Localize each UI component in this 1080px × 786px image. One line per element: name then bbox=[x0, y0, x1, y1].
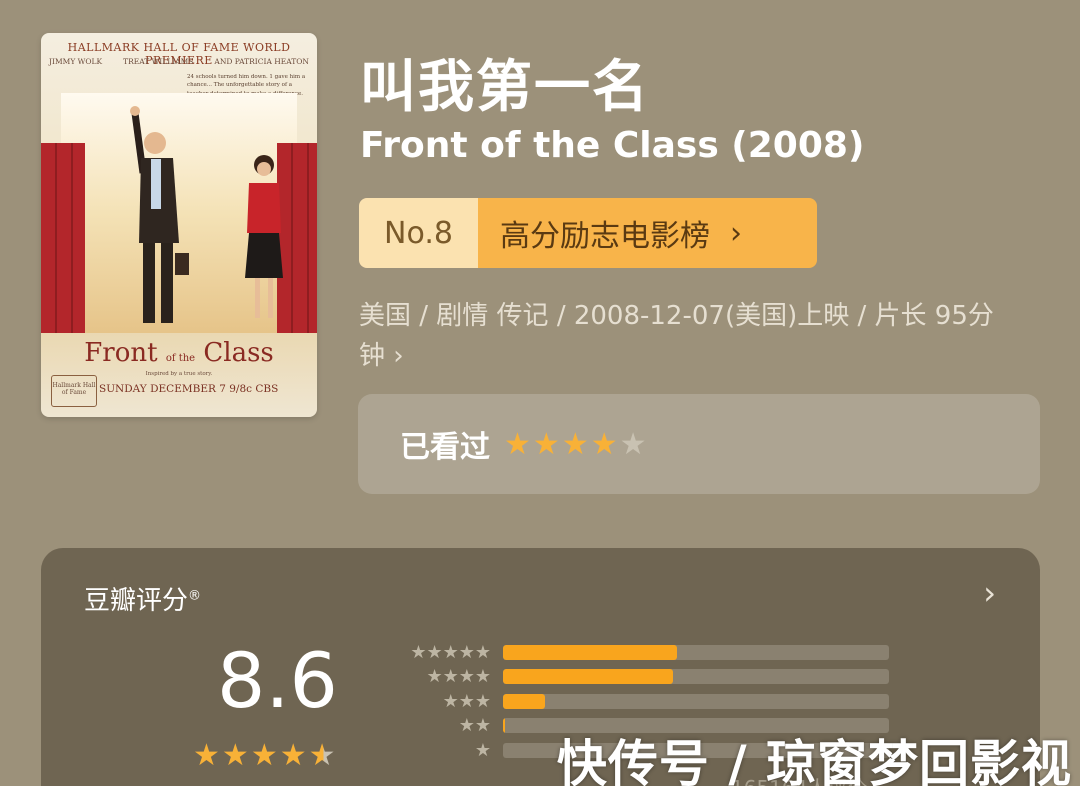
rating-heading: 豆瓣评分® bbox=[84, 580, 201, 617]
star-icon: ★ bbox=[250, 738, 280, 773]
distribution-stars-label: ★★ bbox=[458, 715, 491, 737]
user-rating-stars[interactable]: ★★★★★ bbox=[504, 427, 649, 462]
ranking-list: 高分励志电影榜 › bbox=[478, 198, 817, 268]
distribution-bar-track bbox=[503, 644, 889, 660]
distribution-bar-track bbox=[503, 693, 889, 709]
ranking-list-name: 高分励志电影榜 bbox=[500, 219, 710, 254]
poster-lockers-left bbox=[41, 143, 85, 333]
poster-cast-3: AND PATRICIA HEATON bbox=[214, 57, 309, 66]
poster-man-figure bbox=[130, 106, 189, 323]
watched-label: 已看过 bbox=[400, 430, 490, 465]
poster-woman-figure bbox=[245, 155, 283, 318]
distribution-bar-track bbox=[503, 669, 889, 685]
movie-title-cn: 叫我第一名 bbox=[360, 55, 650, 120]
star-icon: ★ bbox=[193, 738, 222, 773]
distribution-stars-label: ★★★★ bbox=[426, 666, 491, 688]
star-icon[interactable]: ★ bbox=[620, 427, 649, 462]
star-icon[interactable]: ★ bbox=[533, 427, 562, 462]
poster-title-small: of the bbox=[165, 353, 196, 364]
distribution-bar-fill bbox=[503, 669, 673, 685]
rating-score: 8.6 bbox=[217, 636, 338, 725]
distribution-row: ★★★ bbox=[391, 689, 889, 714]
poster-cast-1: JIMMY WOLK bbox=[49, 57, 103, 66]
star-icon[interactable]: ★ bbox=[591, 427, 620, 462]
ranking-number: No.8 bbox=[359, 198, 478, 268]
rating-heading-text: 豆瓣评分 bbox=[84, 586, 189, 616]
rating-stars: ★★★★★ bbox=[193, 738, 338, 773]
registered-mark: ® bbox=[188, 588, 202, 604]
distribution-stars-label: ★ bbox=[474, 739, 491, 761]
distribution-row: ★★★★ bbox=[391, 665, 889, 690]
movie-poster[interactable]: HALLMARK HALL OF FAME WORLD PREMIERE JIM… bbox=[41, 33, 317, 417]
star-icon[interactable]: ★ bbox=[562, 427, 591, 462]
star-icon[interactable]: ★ bbox=[504, 427, 533, 462]
poster-title-main: Front bbox=[84, 338, 158, 368]
hallmark-logo: Hallmark Hall of Fame bbox=[51, 375, 97, 407]
ranking-badge[interactable]: No.8 高分励志电影榜 › bbox=[359, 198, 817, 268]
poster-title: Front of the Class bbox=[41, 338, 317, 368]
distribution-stars-label: ★★★★★ bbox=[410, 641, 491, 663]
star-icon: ★ bbox=[279, 738, 309, 773]
poster-cast: JIMMY WOLK TREAT WILLIAMS AND PATRICIA H… bbox=[49, 57, 309, 66]
distribution-stars-label: ★★★ bbox=[442, 690, 491, 712]
star-icon: ★ bbox=[221, 738, 251, 773]
movie-meta-info[interactable]: 美国 / 剧情 传记 / 2008-12-07(美国)上映 / 片长 95分钟 … bbox=[359, 296, 1009, 376]
chevron-right-icon[interactable]: › bbox=[983, 574, 996, 612]
distribution-bar-fill bbox=[503, 718, 505, 734]
distribution-row: ★★★★★ bbox=[391, 640, 889, 665]
distribution-bar-fill bbox=[503, 644, 677, 660]
chevron-right-icon: › bbox=[730, 215, 742, 251]
movie-title-en: Front of the Class (2008) bbox=[360, 125, 865, 166]
watched-status-card[interactable]: 已看过 ★★★★★ bbox=[358, 394, 1040, 494]
poster-title-end: Class bbox=[203, 338, 274, 368]
poster-cast-2: TREAT WILLIAMS bbox=[123, 57, 194, 66]
watermark-text: 快传号 / 琼窗梦回影视 bbox=[556, 735, 1072, 786]
poster-airing: SUNDAY DECEMBER 7 9/8c CBS bbox=[99, 383, 279, 395]
distribution-bar-fill bbox=[503, 693, 546, 709]
star-icon: ★ bbox=[308, 738, 338, 773]
